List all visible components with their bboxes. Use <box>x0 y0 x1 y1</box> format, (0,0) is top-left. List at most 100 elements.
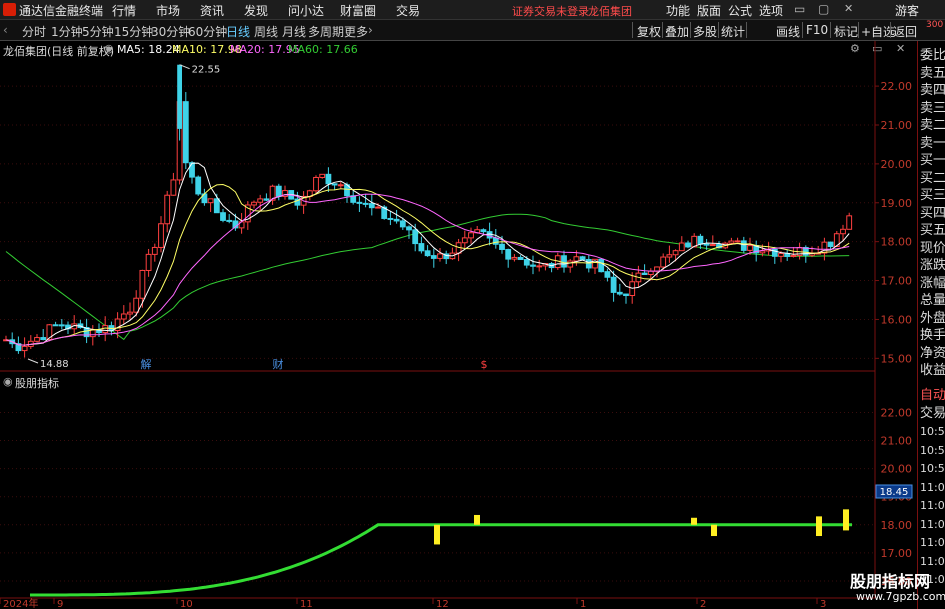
current-value-label: 18.45 <box>880 487 909 498</box>
candle-down <box>623 293 629 297</box>
candle-down <box>523 259 530 266</box>
side-panel-field: 涨跌 <box>920 258 945 273</box>
x-tick-label: 12 <box>436 599 449 609</box>
candle-up <box>375 206 381 209</box>
candle-down <box>189 162 195 178</box>
candle-up <box>437 253 443 259</box>
candle-up <box>133 297 140 313</box>
candle-up <box>790 254 797 257</box>
candle-up <box>647 270 654 276</box>
candle-down <box>177 64 182 129</box>
candle-up <box>840 228 846 235</box>
x-axis: 2024年 9 10 11 12 1 2 3 <box>0 597 875 609</box>
indicator-layer: 18.45 <box>30 484 913 597</box>
side-panel-time: 11:00 <box>920 554 945 568</box>
x-tick-label: 11 <box>300 599 313 609</box>
side-panel-trade-item[interactable]: 自动 <box>920 384 945 403</box>
y-tick-label: 22.00 <box>881 406 913 419</box>
candle-down <box>827 241 834 247</box>
candle-down <box>220 212 226 221</box>
candle-down <box>492 237 499 245</box>
y-tick-label: 17.00 <box>881 547 913 560</box>
candle-up <box>102 325 109 334</box>
candle-down <box>641 272 648 276</box>
candle-up <box>313 176 319 192</box>
candle-down <box>195 176 202 195</box>
y-tick-label: 21.00 <box>881 435 913 448</box>
candle-up <box>207 198 214 204</box>
candle-up <box>145 253 152 271</box>
indicator-grid: 22.0021.0020.0019.0018.0017.0016.00 <box>0 406 913 588</box>
signal-bar <box>816 516 822 537</box>
side-panel-field: 卖四 <box>920 83 945 98</box>
candle-up <box>573 256 580 262</box>
candle-up <box>672 250 679 256</box>
side-panel-field: 买一 <box>920 153 945 168</box>
side-panel-field: 收益 <box>920 363 945 378</box>
candle-up <box>21 345 28 352</box>
signal-bar <box>711 524 717 537</box>
side-panel-field: 卖五 <box>920 65 945 81</box>
candle-up <box>678 242 685 252</box>
main-chart-grid: 22.00 21.00 20.00 19.00 18.00 17.00 16.00 15.00 <box>0 41 912 598</box>
signal-bar <box>434 524 440 545</box>
candle-up <box>158 223 164 248</box>
side-panel-trade-item[interactable]: 交易 <box>920 402 945 421</box>
candle-down <box>213 198 220 214</box>
candle-down <box>480 229 487 233</box>
candle-down <box>275 185 282 197</box>
watermark-title: 股朋指标网 <box>850 572 931 591</box>
candle-up <box>319 173 326 178</box>
candle-up <box>120 313 127 320</box>
candle-down <box>598 258 605 273</box>
candle-down <box>368 203 375 209</box>
candle-down <box>263 198 270 201</box>
candle-up <box>461 237 468 244</box>
side-panel-field: 委比 <box>920 48 945 63</box>
event-marker: 财 <box>273 357 284 371</box>
candle-down <box>226 219 233 222</box>
candle-down <box>412 229 419 245</box>
candle-up <box>151 246 158 255</box>
candle-down <box>399 220 406 228</box>
candle-up <box>660 256 667 268</box>
candle-down <box>585 259 592 269</box>
chart-canvas[interactable]: 22.00 21.00 20.00 19.00 18.00 17.00 16.00 15.00… <box>0 0 945 609</box>
candle-up <box>709 244 716 247</box>
candle-up <box>728 240 735 244</box>
quote-side-panel: 300 委比 卖五 卖四 卖三 卖二 卖一 买一 买二 买三 买四 买五 现价 涨跌 涨幅 总量 外盘 换手 净资收… <box>917 20 945 609</box>
side-panel-time: 11:00 <box>920 517 945 531</box>
side-panel-field: 外盘 <box>920 310 945 326</box>
candle-down <box>393 218 400 222</box>
candle-down <box>604 271 611 278</box>
candle-up <box>337 184 344 187</box>
candle-up <box>511 256 518 260</box>
y-tick-label: 20.00 <box>881 158 913 171</box>
x-tick-label: 10 <box>180 599 193 609</box>
side-panel-field: 卖一 <box>920 135 945 151</box>
candle-down <box>40 337 47 341</box>
side-panel-time: 10:59 <box>920 462 945 475</box>
x-tick-label: 3 <box>820 599 826 609</box>
candle-down <box>406 226 412 231</box>
side-panel-field: 买四 <box>920 205 945 221</box>
y-tick-label: 18.00 <box>881 519 913 532</box>
candle-down <box>331 183 338 186</box>
side-panel-time: 10:59 <box>920 425 945 438</box>
candle-up <box>89 329 96 338</box>
x-tick-label: 9 <box>57 599 63 609</box>
side-panel-time: 10:59 <box>920 443 945 457</box>
candle-down <box>182 101 189 164</box>
side-panel-time: 11:00 <box>920 480 945 494</box>
candle-down <box>58 324 65 327</box>
candle-down <box>579 256 586 261</box>
side-panel-field: 换手 <box>920 328 945 343</box>
ma60-layer <box>5 213 850 341</box>
signal-bar <box>474 514 480 525</box>
side-panel-field: 总量 <box>920 293 945 308</box>
candle-down <box>703 243 710 246</box>
candle-up <box>468 232 474 239</box>
candle-down <box>610 276 617 293</box>
candle-down <box>430 255 437 259</box>
low-pointer <box>27 358 39 364</box>
